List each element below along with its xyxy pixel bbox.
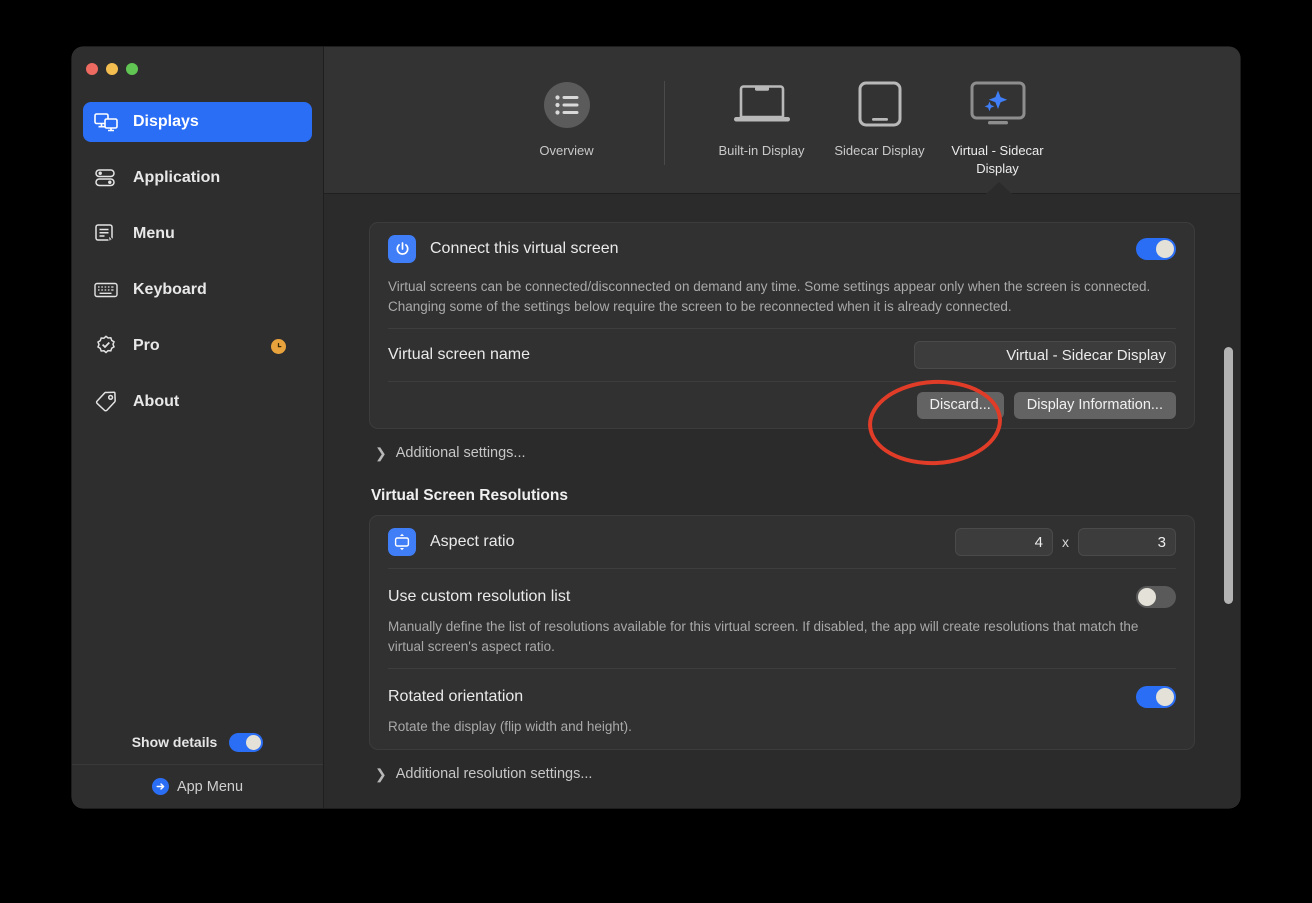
additional-resolution-settings-label: Additional resolution settings... bbox=[396, 766, 593, 782]
close-window-button[interactable] bbox=[86, 63, 98, 75]
toolbar-tab-label: Sidecar Display bbox=[834, 142, 924, 160]
sidebar-item-label: Displays bbox=[133, 113, 199, 131]
show-details-row: Show details bbox=[72, 720, 323, 764]
aspect-ratio-row: Aspect ratio 4 x 3 bbox=[388, 516, 1176, 568]
display-information-button[interactable]: Display Information... bbox=[1014, 392, 1176, 419]
custom-resolution-description: Manually define the list of resolutions … bbox=[388, 615, 1176, 668]
aspect-ratio-icon bbox=[388, 528, 416, 556]
virtual-screen-resolutions-heading: Virtual Screen Resolutions bbox=[369, 461, 1195, 515]
sidebar-item-label: About bbox=[133, 393, 179, 411]
connect-title: Connect this virtual screen bbox=[430, 240, 619, 258]
connect-description: Virtual screens can be connected/disconn… bbox=[388, 275, 1176, 328]
keyboard-icon bbox=[93, 279, 119, 301]
active-tab-indicator bbox=[986, 182, 1012, 194]
clock-icon bbox=[271, 339, 286, 354]
chevron-right-icon: ❯ bbox=[375, 446, 387, 460]
sidebar-item-application[interactable]: Application bbox=[83, 158, 312, 198]
toolbar-tab-label: Virtual - Sidecar Display bbox=[939, 142, 1057, 177]
toggle-knob bbox=[1156, 688, 1174, 706]
toolbar-tab-built-in-display[interactable]: Built-in Display bbox=[703, 77, 821, 160]
app-window: Displays Application bbox=[72, 47, 1240, 808]
toolbar-tab-overview[interactable]: Overview bbox=[508, 77, 626, 160]
power-icon bbox=[388, 235, 416, 263]
virtual-screen-name-label: Virtual screen name bbox=[388, 346, 530, 364]
screen: Displays Application bbox=[0, 0, 1312, 903]
window-controls bbox=[72, 47, 323, 90]
sidebar-item-label: Keyboard bbox=[133, 281, 207, 299]
laptop-icon bbox=[731, 77, 793, 133]
tag-icon bbox=[93, 391, 119, 413]
sidebar-item-label: Application bbox=[133, 169, 220, 187]
app-menu-label: App Menu bbox=[177, 779, 243, 795]
custom-resolution-title: Use custom resolution list bbox=[388, 588, 570, 606]
discard-button[interactable]: Discard... bbox=[917, 392, 1004, 419]
toolbar-group: Overview Built-in Display bbox=[508, 77, 1057, 177]
content-pane: Overview Built-in Display bbox=[324, 47, 1240, 808]
app-menu-button[interactable]: App Menu bbox=[72, 764, 323, 808]
additional-settings-label: Additional settings... bbox=[396, 445, 526, 461]
connect-card: Connect this virtual screen Virtual scre… bbox=[369, 222, 1195, 429]
custom-resolution-toggle[interactable] bbox=[1136, 586, 1176, 608]
actions-row: Discard... Display Information... bbox=[388, 382, 1176, 428]
list-circle-icon bbox=[541, 77, 593, 133]
badge-check-icon bbox=[93, 335, 119, 357]
rotated-orientation-description: Rotate the display (flip width and heigh… bbox=[388, 715, 1176, 749]
content-scrollbar[interactable] bbox=[1224, 347, 1233, 604]
connect-row: Connect this virtual screen bbox=[388, 223, 1176, 275]
virtual-screen-name-input[interactable]: Virtual - Sidecar Display bbox=[914, 341, 1176, 369]
toolbar-tab-label: Built-in Display bbox=[719, 142, 805, 160]
connect-toggle[interactable] bbox=[1136, 238, 1176, 260]
sidebar-item-label: Pro bbox=[133, 337, 160, 355]
additional-settings-disclosure[interactable]: ❯ Additional settings... bbox=[369, 429, 1195, 461]
rotated-orientation-title: Rotated orientation bbox=[388, 688, 523, 706]
sliders-icon bbox=[93, 167, 119, 189]
virtual-display-sparkle-icon bbox=[966, 77, 1030, 133]
sidebar-item-about[interactable]: About bbox=[83, 382, 312, 422]
sidebar-item-pro[interactable]: Pro bbox=[83, 326, 312, 366]
toggle-knob bbox=[1156, 240, 1174, 258]
custom-resolution-row: Use custom resolution list bbox=[388, 569, 1176, 615]
aspect-ratio-label: Aspect ratio bbox=[430, 533, 514, 551]
settings-content: Connect this virtual screen Virtual scre… bbox=[324, 194, 1240, 808]
sidebar-item-menu[interactable]: Menu bbox=[83, 214, 312, 254]
show-details-toggle[interactable] bbox=[229, 733, 263, 752]
toggle-knob bbox=[1138, 588, 1156, 606]
minimize-window-button[interactable] bbox=[106, 63, 118, 75]
sidebar-item-label: Menu bbox=[133, 225, 175, 243]
zoom-window-button[interactable] bbox=[126, 63, 138, 75]
displays-icon bbox=[93, 111, 119, 133]
rotated-orientation-row: Rotated orientation bbox=[388, 669, 1176, 715]
menu-list-icon bbox=[93, 223, 119, 245]
aspect-ratio-separator: x bbox=[1062, 534, 1069, 550]
sidebar: Displays Application bbox=[72, 47, 324, 808]
aspect-ratio-width-input[interactable]: 4 bbox=[955, 528, 1053, 556]
toolbar-tab-sidecar-display[interactable]: Sidecar Display bbox=[821, 77, 939, 160]
toolbar-separator bbox=[664, 81, 665, 165]
tablet-icon bbox=[852, 77, 908, 133]
virtual-screen-name-row: Virtual screen name Virtual - Sidecar Di… bbox=[388, 329, 1176, 381]
show-details-label: Show details bbox=[132, 734, 218, 750]
toolbar-tab-virtual-sidecar-display[interactable]: Virtual - Sidecar Display bbox=[939, 77, 1057, 177]
sidebar-item-keyboard[interactable]: Keyboard bbox=[83, 270, 312, 310]
rotated-orientation-toggle[interactable] bbox=[1136, 686, 1176, 708]
additional-resolution-settings-disclosure[interactable]: ❯ Additional resolution settings... bbox=[369, 750, 1195, 782]
sidebar-footer: Show details App Menu bbox=[72, 720, 323, 808]
resolutions-card: Aspect ratio 4 x 3 Use custom resolution… bbox=[369, 515, 1195, 750]
display-toolbar: Overview Built-in Display bbox=[324, 47, 1240, 194]
aspect-ratio-height-input[interactable]: 3 bbox=[1078, 528, 1176, 556]
sidebar-item-displays[interactable]: Displays bbox=[83, 102, 312, 142]
toolbar-tab-label: Overview bbox=[539, 142, 593, 160]
arrow-right-circle-icon bbox=[152, 778, 169, 795]
toggle-knob bbox=[246, 735, 261, 750]
chevron-right-icon: ❯ bbox=[375, 767, 387, 781]
sidebar-nav: Displays Application bbox=[72, 90, 323, 720]
